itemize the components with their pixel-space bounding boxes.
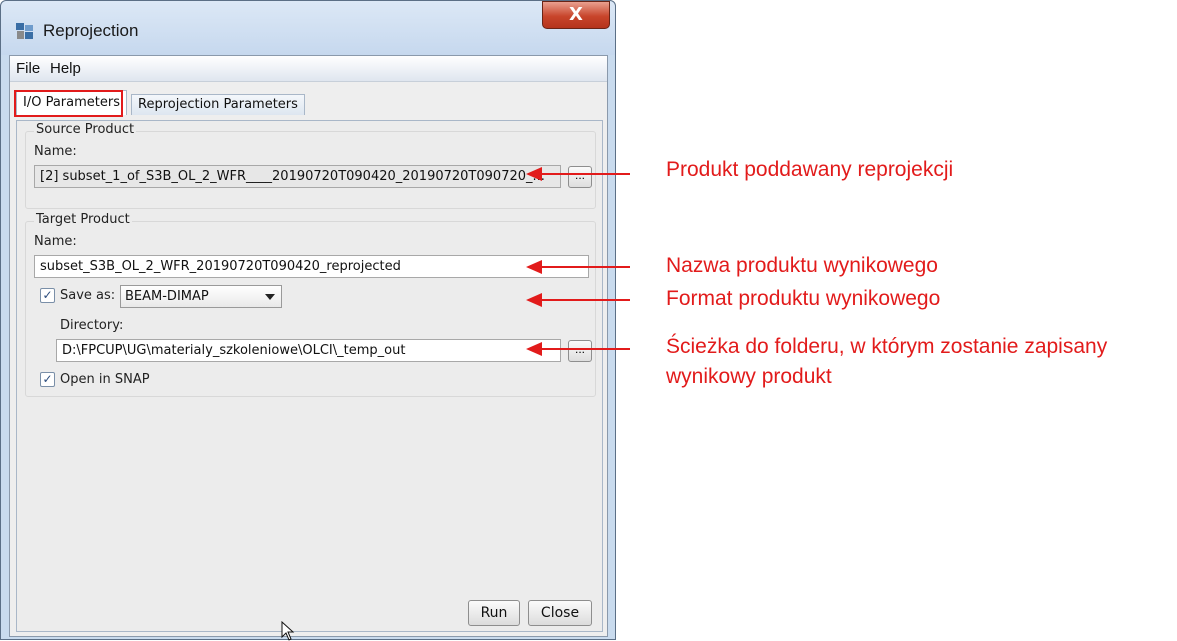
format-value: BEAM-DIMAP [125, 289, 209, 304]
menu-file[interactable]: File [16, 60, 40, 77]
window-close-button[interactable]: X [542, 1, 610, 29]
target-name-label: Name: [34, 234, 77, 249]
directory-label: Directory: [60, 318, 124, 333]
directory-input[interactable]: D:\FPCUP\UG\materialy_szkoleniowe\OLCI\_… [56, 339, 561, 362]
menu-bar: File Help [10, 56, 607, 82]
annotation-directory-line1: Ścieżka do folderu, w którym zostanie za… [666, 335, 1108, 358]
tab-highlight-frame [14, 90, 123, 117]
target-name-input[interactable]: subset_S3B_OL_2_WFR_20190720T090420_repr… [34, 255, 589, 278]
format-dropdown[interactable]: BEAM-DIMAP [120, 285, 282, 308]
mouse-cursor-icon [281, 621, 295, 641]
save-as-checkbox[interactable]: ✓ [40, 288, 55, 303]
title-bar[interactable]: Reprojection X [1, 1, 615, 55]
source-name-label: Name: [34, 144, 77, 159]
source-product-field[interactable]: [2] subset_1_of_S3B_OL_2_WFR____20190720… [34, 165, 561, 188]
annotation-name: Nazwa produktu wynikowego [666, 254, 938, 277]
source-product-group: Source Product Name: [2] subset_1_of_S3B… [25, 122, 596, 209]
annotation-source: Produkt poddawany reprojekcji [666, 158, 954, 181]
chevron-down-icon [265, 294, 275, 300]
directory-browse-button[interactable]: ... [568, 340, 592, 362]
window-client-area: File Help I/O Parameters Reprojection Pa… [9, 55, 608, 641]
open-in-snap-label: Open in SNAP [60, 372, 150, 387]
annotation-format: Format produktu wynikowego [666, 287, 941, 310]
target-product-group: Target Product Name: subset_S3B_OL_2_WFR… [25, 212, 596, 397]
tab-reprojection-parameters[interactable]: Reprojection Parameters [131, 94, 305, 115]
window-title: Reprojection [43, 21, 139, 40]
close-button[interactable]: Close [528, 600, 592, 626]
open-in-snap-checkbox[interactable]: ✓ [40, 372, 55, 387]
annotation-directory-line2: wynikowy produkt [666, 365, 832, 388]
source-browse-button[interactable]: ... [568, 166, 592, 188]
menu-help[interactable]: Help [50, 60, 81, 77]
target-product-title: Target Product [34, 212, 132, 227]
io-parameters-panel: Source Product Name: [2] subset_1_of_S3B… [16, 120, 603, 641]
save-as-label: Save as: [60, 288, 116, 303]
source-product-title: Source Product [34, 122, 137, 137]
app-icon [16, 23, 33, 39]
run-button[interactable]: Run [468, 600, 520, 626]
